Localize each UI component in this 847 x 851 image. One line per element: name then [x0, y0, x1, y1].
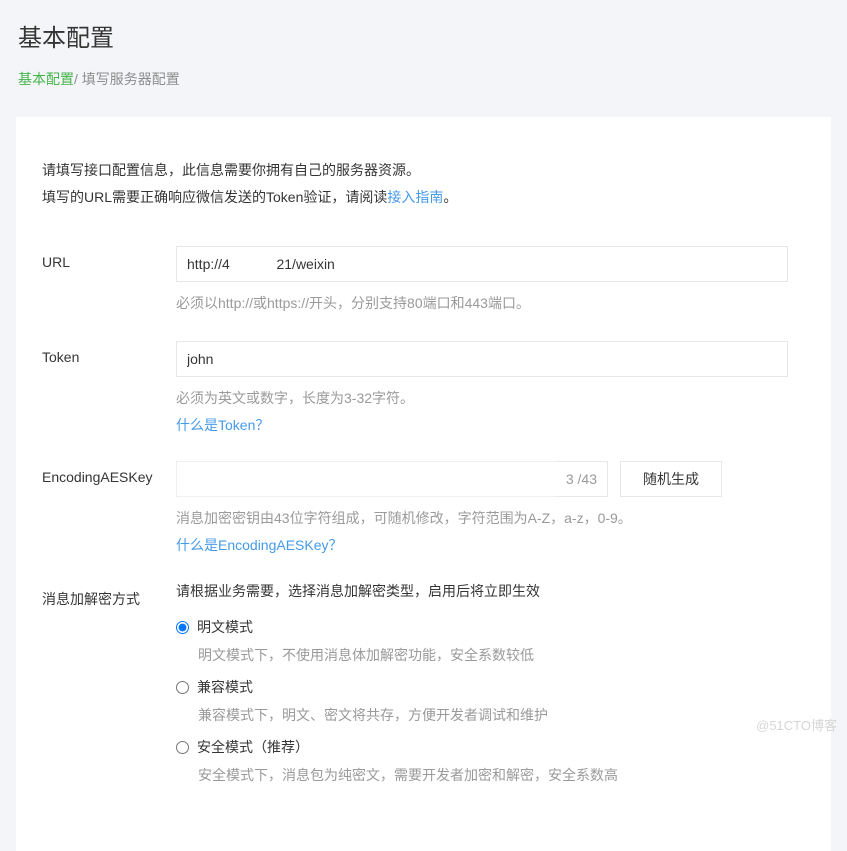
- form-row-aes: EncodingAESKey 3 /43 随机生成 消息加密密钥由43位字符组成…: [42, 461, 805, 555]
- mode-radio-plain[interactable]: 明文模式: [176, 615, 805, 639]
- intro-line-2-post: 。: [443, 189, 457, 205]
- mode-radio-hint-plain: 明文模式下，不使用消息体加解密功能，安全系数较低: [198, 645, 805, 665]
- mode-radio-secure[interactable]: 安全模式（推荐）: [176, 735, 805, 759]
- mode-radio-label-plain: 明文模式: [197, 617, 253, 637]
- intro-line-2-pre: 填写的URL需要正确响应微信发送的Token验证，请阅读: [42, 189, 387, 205]
- breadcrumb: 基本配置/ 填写服务器配置: [18, 69, 829, 89]
- breadcrumb-sep: /: [74, 71, 82, 87]
- url-label: URL: [42, 246, 176, 270]
- what-is-aes-link[interactable]: 什么是EncodingAESKey？: [176, 535, 343, 555]
- token-label: Token: [42, 341, 176, 365]
- token-input[interactable]: [176, 341, 788, 377]
- form-row-mode: 消息加解密方式 请根据业务需要，选择消息加解密类型，启用后将立即生效 明文模式 …: [42, 581, 805, 795]
- url-hint: 必须以http://或https://开头，分别支持80端口和443端口。: [176, 292, 805, 314]
- mode-option-secure: 安全模式（推荐） 安全模式下，消息包为纯密文，需要开发者加密和解密，安全系数高: [176, 735, 805, 785]
- mode-radio-label-secure: 安全模式（推荐）: [197, 737, 309, 757]
- aes-input-wrap: 3 /43: [176, 461, 608, 497]
- random-generate-button[interactable]: 随机生成: [620, 461, 722, 497]
- mode-radio-input-plain[interactable]: [176, 621, 189, 634]
- token-hint: 必须为英文或数字，长度为3-32字符。: [176, 387, 805, 409]
- breadcrumb-current: 填写服务器配置: [82, 71, 180, 87]
- page-title: 基本配置: [18, 18, 829, 53]
- mode-radio-label-compat: 兼容模式: [197, 677, 253, 697]
- form-row-token: Token 必须为英文或数字，长度为3-32字符。 什么是Token？: [42, 341, 805, 435]
- intro-line-2: 填写的URL需要正确响应微信发送的Token验证，请阅读接入指南。: [42, 184, 805, 211]
- form-row-url: URL 必须以http://或https://开头，分别支持80端口和443端口…: [42, 246, 805, 314]
- what-is-token-link[interactable]: 什么是Token？: [176, 415, 269, 435]
- intro-text: 请填写接口配置信息，此信息需要你拥有自己的服务器资源。 填写的URL需要正确响应…: [42, 157, 805, 210]
- mode-label: 消息加解密方式: [42, 581, 176, 609]
- mode-radio-input-compat[interactable]: [176, 681, 189, 694]
- aes-input[interactable]: [177, 462, 556, 496]
- mode-desc: 请根据业务需要，选择消息加解密类型，启用后将立即生效: [176, 581, 805, 601]
- access-guide-link[interactable]: 接入指南: [387, 189, 443, 205]
- aes-label: EncodingAESKey: [42, 461, 176, 485]
- aes-count: 3 /43: [556, 471, 607, 487]
- mode-option-plain: 明文模式 明文模式下，不使用消息体加解密功能，安全系数较低: [176, 615, 805, 665]
- mode-option-compat: 兼容模式 兼容模式下，明文、密文将共存，方便开发者调试和维护: [176, 675, 805, 725]
- mode-radio-compat[interactable]: 兼容模式: [176, 675, 805, 699]
- breadcrumb-root[interactable]: 基本配置: [18, 71, 74, 87]
- mode-radio-hint-secure: 安全模式下，消息包为纯密文，需要开发者加密和解密，安全系数高: [198, 765, 805, 785]
- aes-hint: 消息加密密钥由43位字符组成，可随机修改，字符范围为A-Z，a-z，0-9。: [176, 507, 805, 529]
- mode-radio-input-secure[interactable]: [176, 741, 189, 754]
- intro-line-1: 请填写接口配置信息，此信息需要你拥有自己的服务器资源。: [42, 157, 805, 184]
- config-panel: 请填写接口配置信息，此信息需要你拥有自己的服务器资源。 填写的URL需要正确响应…: [16, 117, 831, 851]
- watermark: @51CTO博客: [756, 715, 837, 734]
- mode-radio-hint-compat: 兼容模式下，明文、密文将共存，方便开发者调试和维护: [198, 705, 805, 725]
- url-input[interactable]: [176, 246, 788, 282]
